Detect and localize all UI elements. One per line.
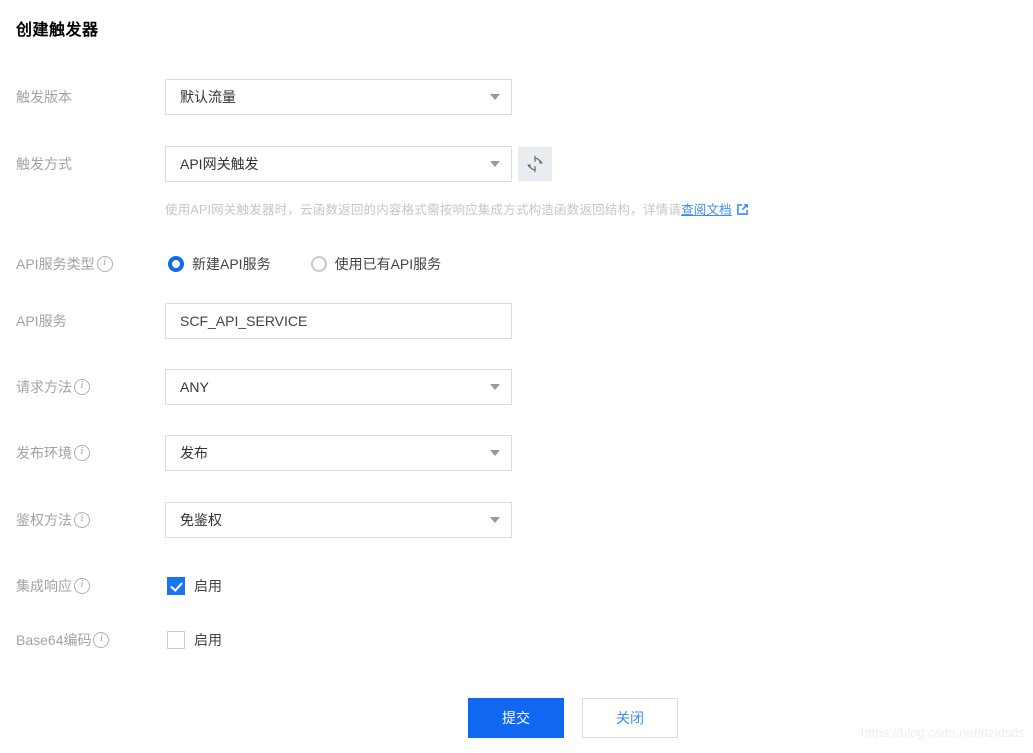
checkbox-unchecked-icon	[167, 631, 185, 649]
label-base64-encoding-text: Base64编码	[16, 632, 92, 648]
info-icon[interactable]	[96, 256, 113, 272]
info-icon[interactable]	[93, 632, 110, 648]
submit-button[interactable]: 提交	[468, 698, 564, 738]
radio-existing-api-service-label: 使用已有API服务	[334, 256, 442, 272]
control-api-service: SCF_API_SERVICE	[165, 303, 512, 339]
trigger-type-hint-text: 使用API网关触发器时，云函数返回的内容格式需按响应集成方式构造函数返回结构，详…	[165, 203, 682, 217]
label-api-service-type-text: API服务类型	[16, 256, 95, 272]
label-trigger-type-text: 触发方式	[16, 156, 72, 172]
label-auth-method-text: 鉴权方法	[16, 512, 72, 528]
control-auth-method: 免鉴权	[165, 502, 512, 538]
control-release-env: 发布	[165, 435, 512, 471]
label-trigger-version: 触发版本	[16, 79, 72, 115]
select-release-env-value: 发布	[180, 445, 208, 461]
select-release-env[interactable]: 发布	[165, 435, 512, 471]
radio-existing-api-service[interactable]: 使用已有API服务	[310, 254, 442, 274]
select-trigger-version[interactable]: 默认流量	[165, 79, 512, 115]
watermark: https://blog.csdn.net/nzjdsds	[860, 725, 1025, 740]
refresh-button[interactable]	[518, 147, 552, 181]
trigger-type-hint: 使用API网关触发器时，云函数返回的内容格式需按响应集成方式构造函数返回结构，详…	[165, 199, 749, 219]
chevron-down-icon	[490, 384, 500, 390]
label-trigger-type: 触发方式	[16, 146, 72, 182]
label-release-env: 发布环境	[16, 435, 90, 471]
select-request-method[interactable]: ANY	[165, 369, 512, 405]
form-row-api-service-type: API服务类型 新建API服务 使用已有API服务	[0, 246, 1033, 282]
radio-group-api-service-type: 新建API服务 使用已有API服务	[168, 246, 481, 282]
api-service-input[interactable]: SCF_API_SERVICE	[165, 303, 512, 339]
form-actions: 提交 关闭	[468, 698, 678, 738]
form-row-api-service: API服务 SCF_API_SERVICE	[0, 303, 1033, 339]
select-trigger-type[interactable]: API网关触发	[165, 146, 512, 182]
select-request-method-value: ANY	[180, 379, 209, 395]
info-icon[interactable]	[74, 445, 90, 461]
chevron-down-icon	[490, 450, 500, 456]
view-document-link[interactable]: 查阅文档	[681, 203, 732, 217]
refresh-icon	[527, 155, 543, 173]
label-api-service-text: API服务	[16, 313, 67, 329]
chevron-down-icon	[490, 517, 500, 523]
label-request-method-text: 请求方法	[16, 379, 72, 395]
page-title: 创建触发器	[16, 22, 99, 39]
form-row-request-method: 请求方法 ANY	[0, 369, 1033, 405]
checkbox-integrated-response[interactable]: 启用	[167, 568, 222, 604]
form-row-release-env: 发布环境 发布	[0, 435, 1033, 471]
label-api-service: API服务	[16, 303, 67, 339]
control-request-method: ANY	[165, 369, 512, 405]
form-row-base64-encoding: Base64编码 启用	[0, 622, 1033, 658]
external-link-icon[interactable]	[736, 203, 749, 219]
label-auth-method: 鉴权方法	[16, 502, 90, 538]
close-button[interactable]: 关闭	[582, 698, 678, 738]
label-integrated-response: 集成响应	[16, 568, 90, 604]
label-release-env-text: 发布环境	[16, 445, 72, 461]
checkbox-base64-encoding[interactable]: 启用	[167, 622, 222, 658]
control-trigger-version: 默认流量	[165, 79, 512, 115]
info-icon[interactable]	[74, 379, 90, 395]
checkbox-base64-encoding-label: 启用	[194, 632, 222, 648]
form-row-trigger-type: 触发方式 API网关触发	[0, 146, 1033, 182]
info-icon[interactable]	[74, 578, 90, 594]
radio-unselected-icon	[310, 256, 327, 272]
select-trigger-type-value: API网关触发	[180, 156, 259, 172]
control-trigger-type: API网关触发	[165, 146, 512, 182]
label-trigger-version-text: 触发版本	[16, 89, 72, 105]
form-row-integrated-response: 集成响应 启用	[0, 568, 1033, 604]
radio-selected-icon	[168, 256, 184, 272]
info-icon[interactable]	[74, 512, 90, 528]
label-request-method: 请求方法	[16, 369, 90, 405]
label-integrated-response-text: 集成响应	[16, 578, 72, 594]
form-row-trigger-version: 触发版本 默认流量	[0, 79, 1033, 115]
checkbox-checked-icon	[167, 577, 185, 595]
chevron-down-icon	[490, 161, 500, 167]
select-auth-method-value: 免鉴权	[180, 512, 222, 528]
chevron-down-icon	[490, 94, 500, 100]
form-row-auth-method: 鉴权方法 免鉴权	[0, 502, 1033, 538]
radio-new-api-service[interactable]: 新建API服务	[168, 254, 271, 274]
label-api-service-type: API服务类型	[16, 246, 113, 282]
label-base64-encoding: Base64编码	[16, 622, 110, 658]
checkbox-integrated-response-label: 启用	[194, 578, 222, 594]
select-auth-method[interactable]: 免鉴权	[165, 502, 512, 538]
select-trigger-version-value: 默认流量	[180, 89, 236, 105]
radio-new-api-service-label: 新建API服务	[192, 256, 271, 272]
